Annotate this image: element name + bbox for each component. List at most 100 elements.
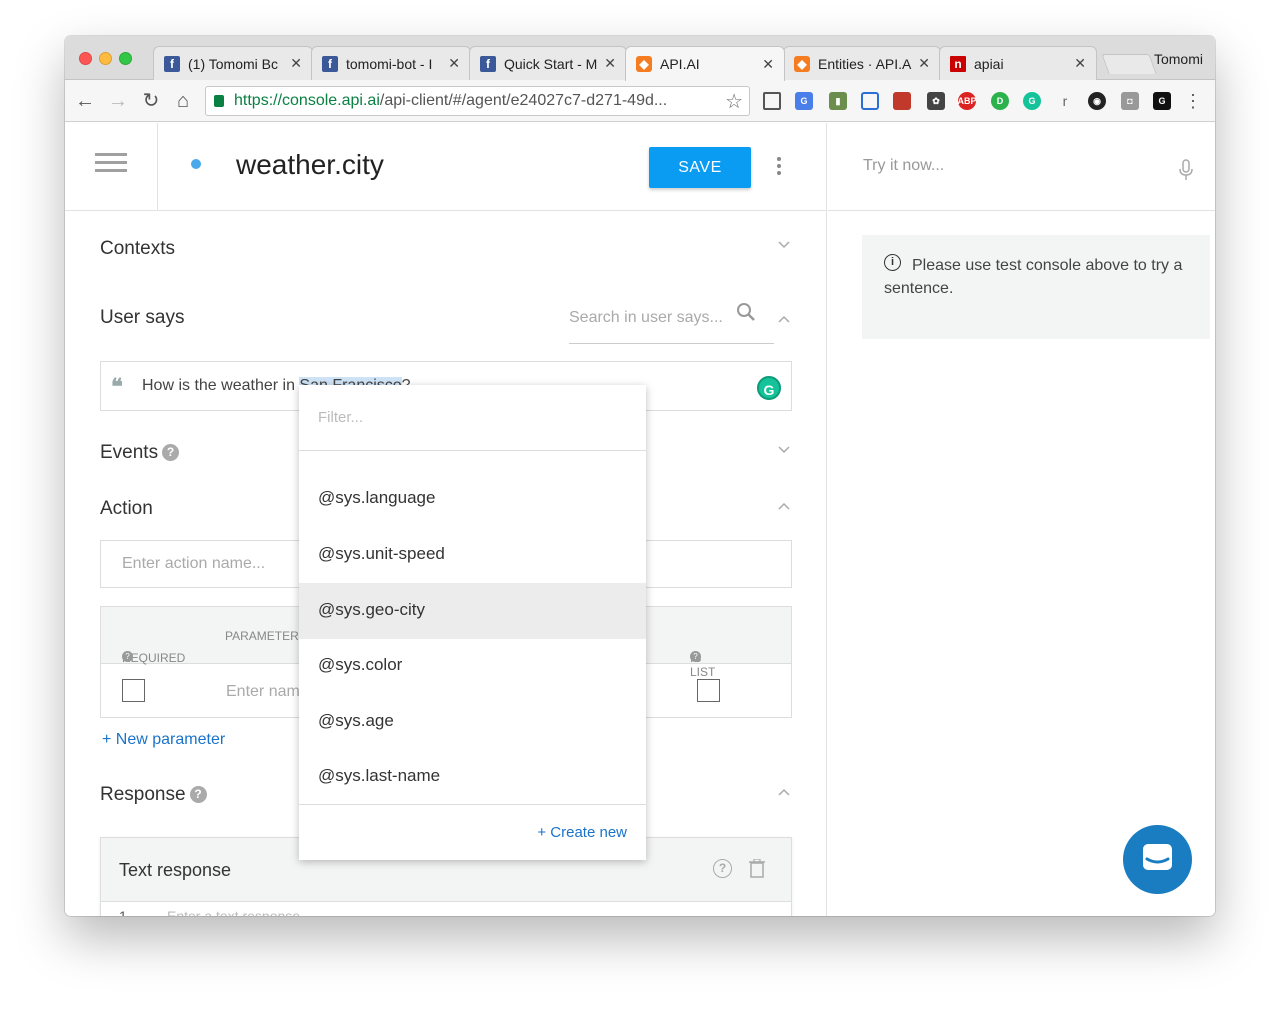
bookmark-star-icon[interactable]: ☆ xyxy=(725,89,743,114)
browser-tab[interactable]: f Quick Start - M ✕ xyxy=(469,46,627,80)
address-bar[interactable]: https://console.api.ai/api-client/#/agen… xyxy=(205,86,750,116)
search-input[interactable]: Search in user says... xyxy=(569,309,723,326)
parameter-name-input[interactable]: Enter nam xyxy=(226,683,300,701)
chat-icon xyxy=(1143,844,1172,870)
reload-icon[interactable]: ↻ xyxy=(139,89,163,113)
search-icon[interactable] xyxy=(736,302,756,327)
try-it-input[interactable]: Try it now... xyxy=(863,157,944,175)
browser-tab[interactable]: ◆ Entities · API.A ✕ xyxy=(783,46,941,80)
color-picker-icon[interactable]: ◉ xyxy=(1088,92,1106,110)
new-parameter-link[interactable]: + New parameter xyxy=(102,731,225,749)
entity-option[interactable]: @sys.language xyxy=(299,471,646,527)
chevron-down-icon[interactable] xyxy=(777,443,791,457)
entity-option[interactable]: @sys.age xyxy=(299,694,646,750)
plus-icon: + xyxy=(537,824,547,841)
tab-strip: f (1) Tomomi Bc ✕ f tomomi-bot - I ✕ f Q… xyxy=(65,36,1215,81)
camera-icon[interactable]: ◘ xyxy=(1121,92,1139,110)
help-icon[interactable]: ? xyxy=(713,859,732,878)
tab-title: Quick Start - M xyxy=(504,55,598,72)
entity-option[interactable]: @sys.last-name xyxy=(299,749,646,805)
close-tab-icon[interactable]: ✕ xyxy=(918,55,930,72)
entity-option[interactable]: @sys.unit-speed xyxy=(299,527,646,583)
is-list-checkbox[interactable] xyxy=(697,679,720,702)
bookmark-extension-icon[interactable] xyxy=(893,92,911,110)
intent-header: weather.city SAVE xyxy=(65,123,827,211)
intent-editor: weather.city SAVE Contexts User says Sea… xyxy=(65,123,827,916)
test-console: Try it now... i Please use test console … xyxy=(828,123,1215,916)
entity-dropdown: Filter... @sys.language @sys.unit-speed … xyxy=(299,385,646,860)
help-icon[interactable]: ? xyxy=(189,786,207,803)
minimize-window-button[interactable] xyxy=(99,52,112,65)
intent-name[interactable]: weather.city xyxy=(236,149,384,181)
action-heading: Action xyxy=(100,498,153,519)
santa-extension-icon[interactable]: G xyxy=(1153,92,1171,110)
browser-tab[interactable]: f tomomi-bot - I ✕ xyxy=(311,46,471,80)
browser-tab-active[interactable]: ◆ API.AI ✕ xyxy=(625,46,785,81)
home-icon[interactable]: ⌂ xyxy=(171,89,195,113)
screenshot-icon[interactable] xyxy=(861,92,879,110)
user-says-search[interactable]: Search in user says... xyxy=(569,303,774,344)
help-icon[interactable]: ? xyxy=(690,651,701,662)
text-response-row: 1 Enter a text response xyxy=(101,901,791,916)
pushbullet-icon[interactable]: D xyxy=(991,92,1009,110)
browser-menu-icon[interactable]: ⋮ xyxy=(1181,89,1205,113)
close-window-button[interactable] xyxy=(79,52,92,65)
chevron-up-icon[interactable] xyxy=(777,312,791,326)
extension-icon[interactable]: ▮ xyxy=(829,92,847,110)
help-icon[interactable]: ? xyxy=(122,651,133,662)
create-new-label: Create new xyxy=(550,824,627,841)
chat-launcher-button[interactable] xyxy=(1123,825,1192,894)
cast-icon[interactable] xyxy=(763,92,781,110)
tab-title: API.AI xyxy=(660,56,700,72)
chevron-up-icon[interactable] xyxy=(777,499,791,513)
facebook-icon: f xyxy=(480,55,496,72)
browser-tab[interactable]: n apiai ✕ xyxy=(939,46,1097,80)
browser-tab[interactable]: f (1) Tomomi Bc ✕ xyxy=(153,46,313,80)
text-response-title: Text response xyxy=(119,860,232,880)
close-tab-icon[interactable]: ✕ xyxy=(448,55,460,72)
help-icon[interactable]: ? xyxy=(162,444,180,461)
close-tab-icon[interactable]: ✕ xyxy=(1074,55,1086,72)
apiai-icon: ◆ xyxy=(794,55,810,72)
close-tab-icon[interactable]: ✕ xyxy=(762,56,774,73)
chevron-down-icon[interactable] xyxy=(777,238,791,252)
entity-filter-input[interactable]: Filter... xyxy=(299,385,646,451)
text-response-input[interactable]: Enter a text response xyxy=(167,908,300,916)
readability-icon[interactable]: r xyxy=(1056,92,1074,110)
required-checkbox[interactable] xyxy=(122,679,145,702)
entity-option-selected[interactable]: @sys.geo-city xyxy=(299,583,646,639)
grammarly-icon[interactable]: G xyxy=(757,376,781,400)
facebook-icon: f xyxy=(164,55,180,72)
back-arrow-icon[interactable]: ← xyxy=(73,89,97,113)
hamburger-menu-icon[interactable] xyxy=(95,153,127,173)
tab-title: (1) Tomomi Bc xyxy=(188,55,278,72)
facebook-icon: f xyxy=(322,55,338,72)
trash-icon[interactable] xyxy=(749,858,765,883)
events-label: Events xyxy=(100,442,159,463)
profile-name[interactable]: Tomomi xyxy=(1154,51,1203,67)
parameter-column-header: PARAMETER xyxy=(225,629,299,643)
translate-icon[interactable]: G xyxy=(795,92,813,110)
tab-title: tomomi-bot - I xyxy=(346,55,433,72)
create-new-entity-link[interactable]: + Create new xyxy=(537,824,627,841)
entity-option[interactable]: @sys.color xyxy=(299,638,646,694)
chevron-up-icon[interactable] xyxy=(777,785,791,799)
new-tab-button[interactable] xyxy=(1101,54,1157,74)
forward-arrow-icon[interactable]: → xyxy=(106,89,130,113)
new-parameter-label: New parameter xyxy=(115,731,226,748)
response-row-number: 1 xyxy=(119,908,127,916)
adblock-icon[interactable]: ABP xyxy=(958,92,977,110)
more-options-icon[interactable] xyxy=(777,157,783,178)
microphone-icon[interactable] xyxy=(1178,159,1194,186)
save-button[interactable]: SAVE xyxy=(649,147,751,188)
events-heading[interactable]: Events? xyxy=(100,442,180,464)
close-tab-icon[interactable]: ✕ xyxy=(290,55,302,72)
npm-icon: n xyxy=(950,55,966,72)
try-it-bar: Try it now... xyxy=(828,123,1215,211)
close-tab-icon[interactable]: ✕ xyxy=(604,55,616,72)
evernote-icon[interactable]: ✿ xyxy=(927,92,945,110)
zoom-window-button[interactable] xyxy=(119,52,132,65)
contexts-heading[interactable]: Contexts xyxy=(100,238,175,260)
tab-title: Entities · API.A xyxy=(818,55,912,72)
grammarly-icon[interactable]: G xyxy=(1023,92,1041,110)
